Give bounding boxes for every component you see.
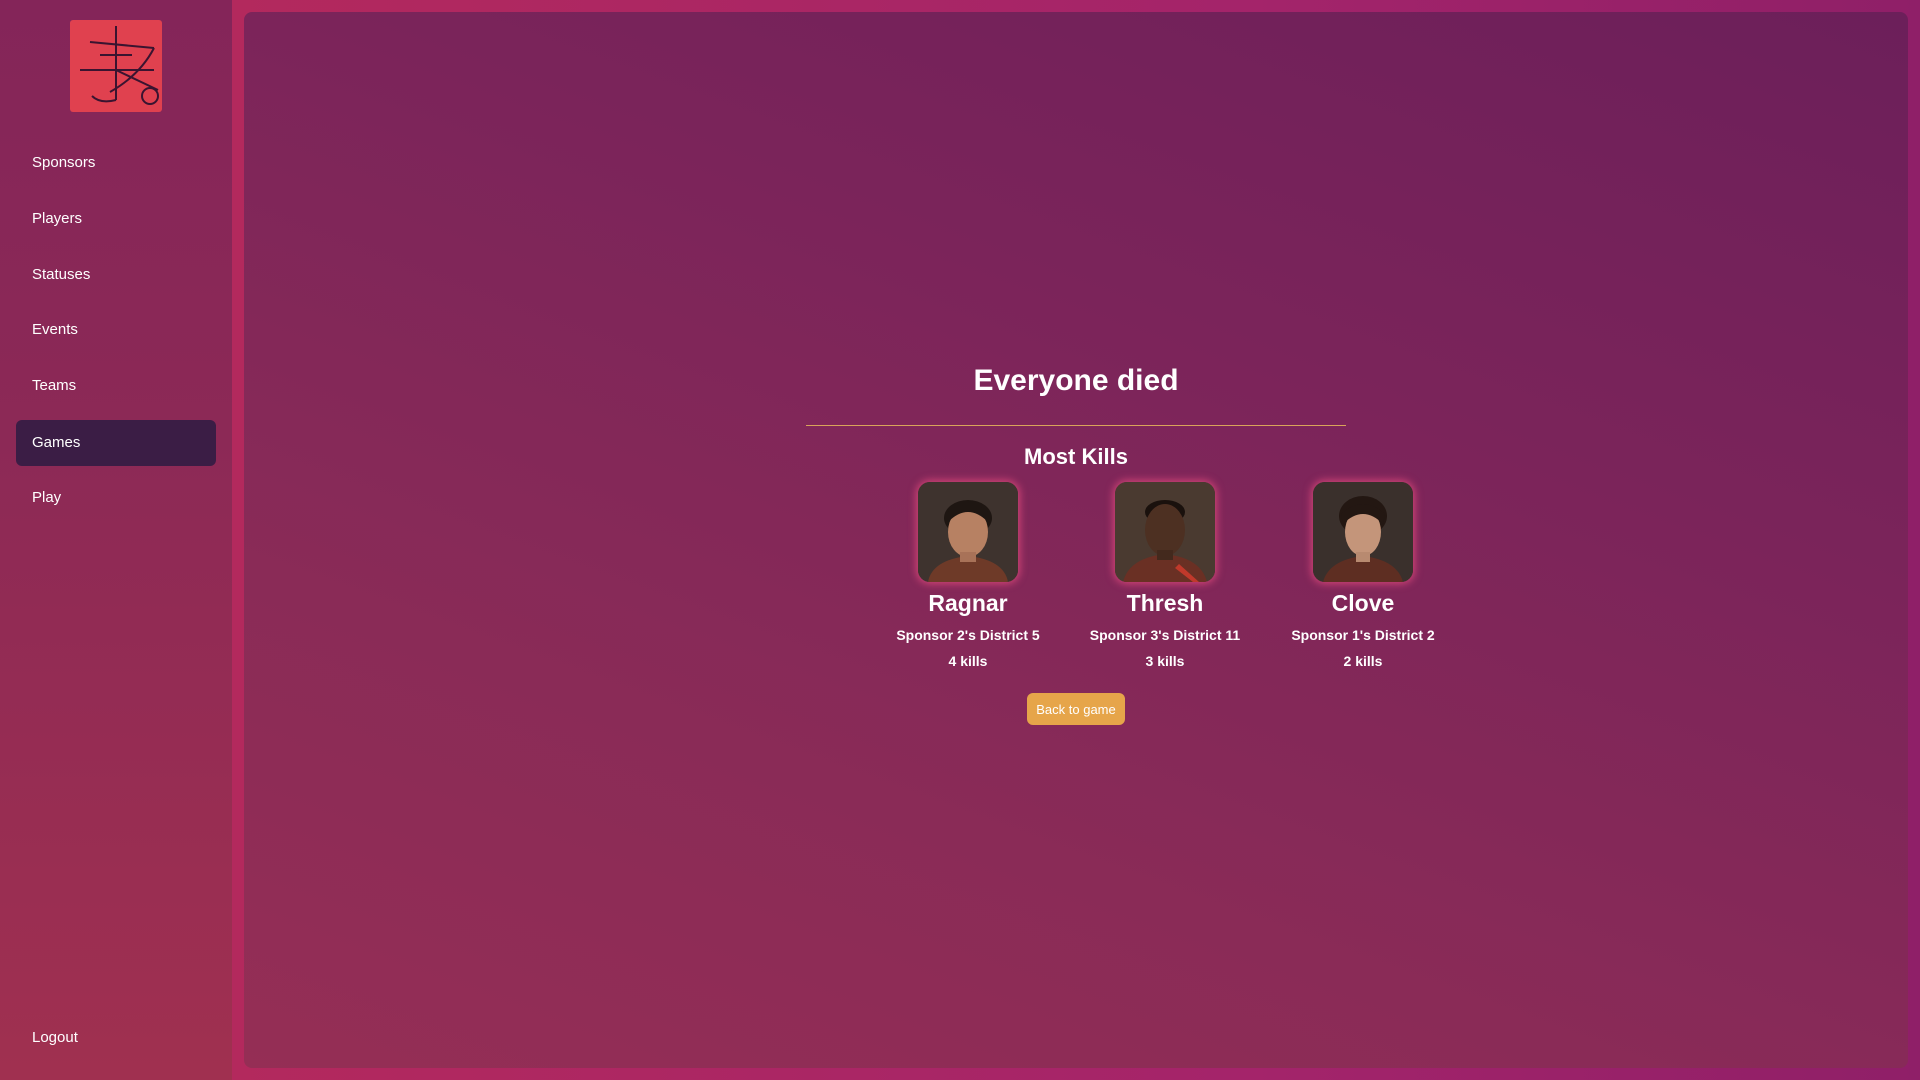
sidebar-item-teams[interactable]: Teams — [16, 363, 216, 409]
player-card: Ragnar Sponsor 2's District 5 4 kills — [878, 482, 1058, 670]
portrait-graphic — [918, 482, 1018, 582]
player-kills: 3 kills — [1145, 653, 1185, 669]
portrait-graphic — [1313, 482, 1413, 582]
player-name: Ragnar — [928, 590, 1008, 616]
player-card: Thresh Sponsor 3's District 11 3 kills — [1075, 482, 1255, 670]
sidebar-item-sponsors[interactable]: Sponsors — [16, 140, 216, 186]
back-to-game-button[interactable]: Back to game — [1027, 693, 1125, 725]
player-kills: 4 kills — [948, 653, 988, 669]
player-name: Thresh — [1126, 590, 1204, 616]
player-name: Clove — [1331, 590, 1395, 616]
main-panel: Everyone died Most Kills Ragnar Sponsor … — [244, 12, 1908, 1068]
sigil-logo-graphic — [80, 26, 159, 105]
player-district: Sponsor 3's District 11 — [1089, 627, 1241, 643]
game-result-title: Everyone died — [973, 364, 1179, 397]
sidebar-item-statuses[interactable]: Statuses — [16, 252, 216, 298]
divider — [806, 425, 1346, 426]
player-portrait-icon — [1313, 482, 1413, 582]
sidebar-item-players[interactable]: Players — [16, 196, 216, 242]
sidebar: Sponsors Players Statuses Events Teams G… — [0, 0, 232, 1080]
sidebar-item-events[interactable]: Events — [16, 307, 216, 353]
logout-button[interactable]: Logout — [16, 1015, 216, 1061]
sidebar-item-play[interactable]: Play — [16, 475, 216, 521]
player-card: Clove Sponsor 1's District 2 2 kills — [1273, 482, 1453, 670]
player-kills: 2 kills — [1343, 653, 1383, 669]
sidebar-item-games[interactable]: Games — [16, 420, 216, 466]
most-kills-heading: Most Kills — [1024, 444, 1128, 469]
player-portrait-icon — [918, 482, 1018, 582]
player-district: Sponsor 2's District 5 — [896, 627, 1040, 643]
player-portrait-icon — [1115, 482, 1215, 582]
portrait-graphic — [1115, 482, 1215, 582]
player-district: Sponsor 1's District 2 — [1291, 627, 1435, 643]
sigil-logo-icon[interactable] — [70, 20, 162, 112]
